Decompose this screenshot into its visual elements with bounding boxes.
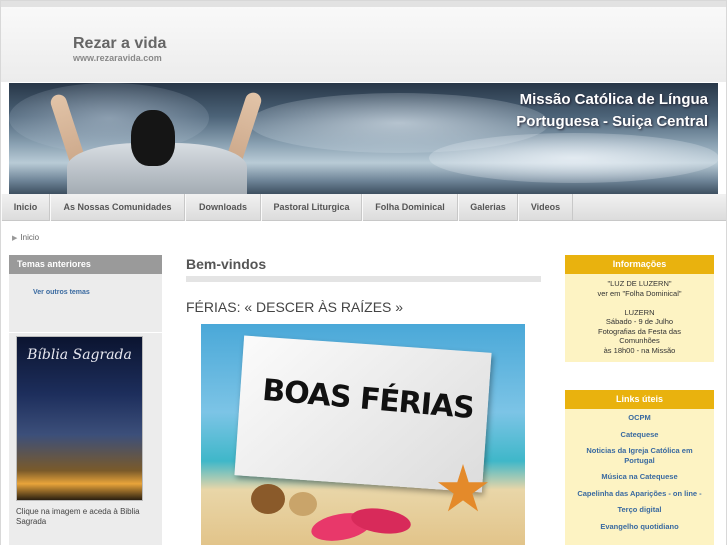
banner-cloud bbox=[429, 133, 718, 183]
bible-caption: Clique na imagem e aceda à Biblia Sagrad… bbox=[16, 507, 140, 526]
main-nav: Inicio As Nossas Comunidades Downloads P… bbox=[1, 194, 726, 221]
links-box: Links úteis OCPM Catequese Noticias da I… bbox=[565, 390, 714, 545]
link-musica[interactable]: Música na Catequese bbox=[565, 472, 714, 482]
info-line: Sábado - 9 de Julho bbox=[605, 317, 674, 326]
links-heading: Links úteis bbox=[565, 390, 714, 409]
banner-heading: Missão Católica de Língua Portuguesa - S… bbox=[516, 89, 708, 133]
info-line: "LUZ DE LUZERN" bbox=[607, 279, 672, 288]
link-noticias[interactable]: Noticias da Igreja Católica em Portugal bbox=[565, 446, 714, 465]
breadcrumb-link[interactable]: Inicio bbox=[20, 233, 39, 242]
link-catequese[interactable]: Catequese bbox=[565, 430, 714, 440]
ver-outros-temas-link[interactable]: Ver outros temas bbox=[33, 289, 90, 296]
info-heading: Informações bbox=[565, 255, 714, 274]
info-line: ver em "Folha Dominical" bbox=[597, 288, 682, 298]
nav-item-videos[interactable]: Videos bbox=[518, 194, 573, 221]
link-ocpm[interactable]: OCPM bbox=[565, 413, 714, 423]
link-capelinha[interactable]: Capelinha das Aparições - on line - bbox=[565, 489, 714, 499]
nav-item-comunidades[interactable]: As Nossas Comunidades bbox=[50, 194, 185, 221]
left-sidebar-heading: Temas anteriores bbox=[9, 255, 162, 274]
page-title: Bem-vindos bbox=[186, 256, 267, 272]
info-text: "LUZ DE LUZERN" ver em "Folha Dominical"… bbox=[565, 279, 714, 355]
info-line: LUZERN bbox=[624, 307, 655, 317]
nav-item-downloads[interactable]: Downloads bbox=[185, 194, 261, 221]
bible-image-title: Bíblia Sagrada bbox=[27, 347, 132, 363]
coconut-shape bbox=[251, 484, 285, 514]
links-list: OCPM Catequese Noticias da Igreja Católi… bbox=[565, 413, 714, 531]
nav-item-galerias[interactable]: Galerias bbox=[458, 194, 518, 221]
post-image[interactable]: BOAS FÉRIAS bbox=[201, 324, 525, 545]
info-line bbox=[565, 298, 714, 308]
banner-line-2: Portuguesa - Suiça Central bbox=[516, 113, 708, 130]
post-title[interactable]: FÉRIAS: « DESCER ÀS RAÍZES » bbox=[186, 299, 403, 315]
info-box: Informações "LUZ DE LUZERN" ver em "Folh… bbox=[565, 255, 714, 362]
info-line: Comunhões bbox=[619, 336, 660, 345]
left-sidebar-box bbox=[9, 274, 162, 332]
info-line: às 18h00 - na Missão bbox=[603, 345, 676, 355]
info-line: Fotografias da Festa das bbox=[598, 326, 681, 336]
bible-image[interactable]: Bíblia Sagrada bbox=[16, 336, 143, 501]
breadcrumb-arrow-icon: ▶ bbox=[12, 235, 18, 242]
banner-person-head bbox=[131, 110, 175, 166]
nav-item-pastoral[interactable]: Pastoral Liturgica bbox=[261, 194, 362, 221]
nav-item-folha[interactable]: Folha Dominical bbox=[362, 194, 458, 221]
breadcrumb: ▶ Inicio bbox=[12, 233, 39, 242]
coconut-shape bbox=[289, 492, 317, 516]
site-header: Rezar a vida www.rezaravida.com bbox=[1, 7, 726, 82]
title-rule bbox=[186, 276, 541, 282]
link-evangelho[interactable]: Evangelho quotidiano bbox=[565, 522, 714, 532]
banner-line-1: Missão Católica de Língua bbox=[519, 91, 708, 108]
link-terco[interactable]: Terço digital bbox=[565, 505, 714, 515]
site-title[interactable]: Rezar a vida bbox=[73, 35, 166, 53]
nav-item-inicio[interactable]: Inicio bbox=[1, 194, 50, 221]
site-url: www.rezaravida.com bbox=[73, 53, 162, 63]
header-banner: Missão Católica de Língua Portuguesa - S… bbox=[9, 83, 718, 194]
